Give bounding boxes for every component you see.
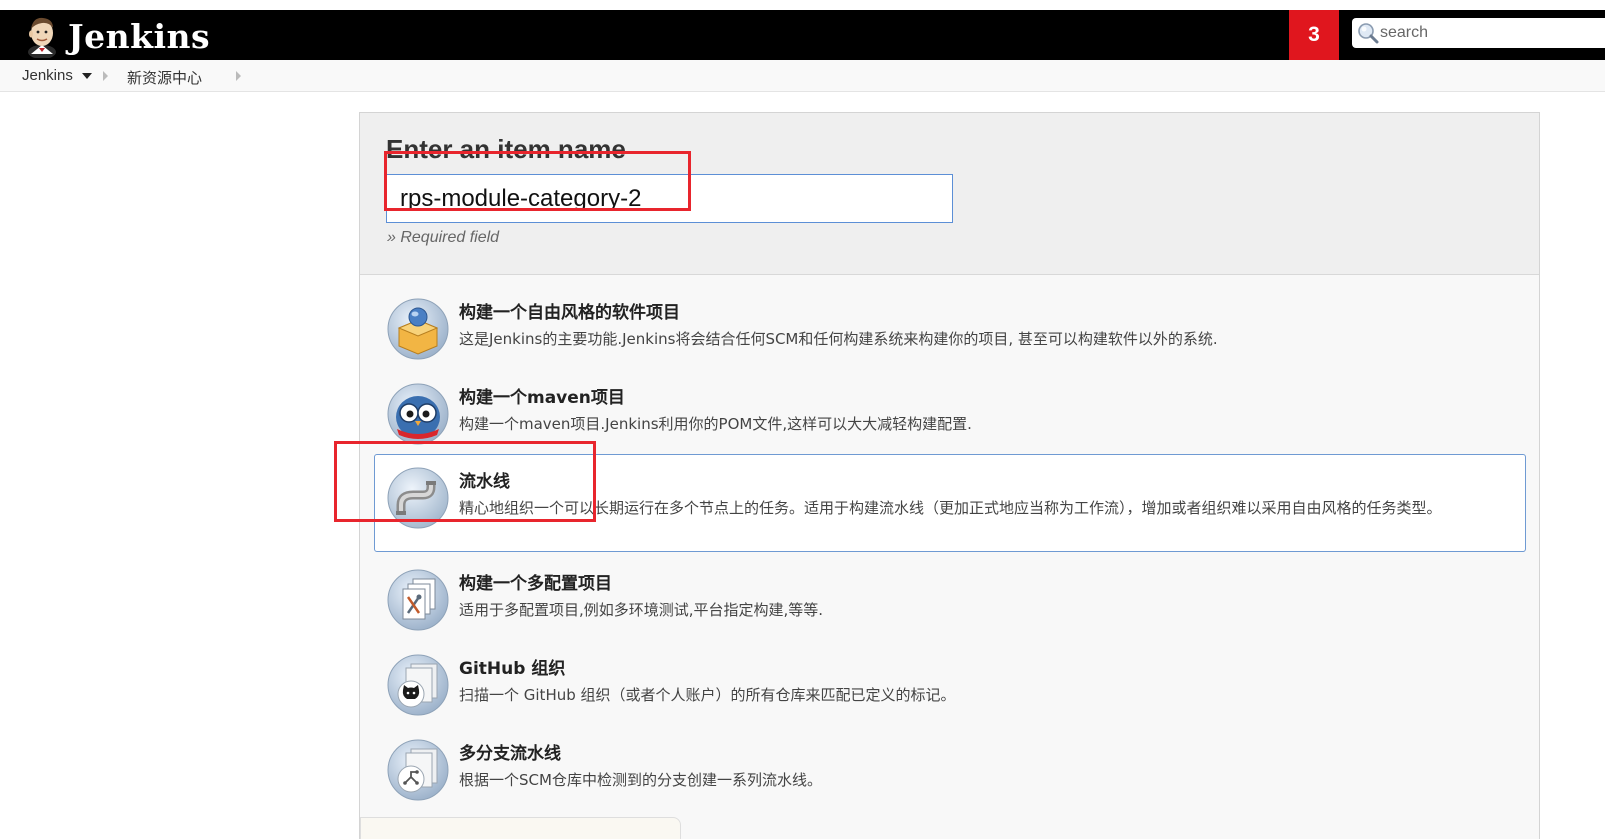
jenkins-logo[interactable]: Jenkins: [22, 14, 210, 58]
job-type-description: 适用于多配置项目,例如多环境测试,平台指定构建,等等.: [459, 601, 824, 619]
breadcrumb-item-folder[interactable]: 新资源中心: [127, 67, 202, 88]
maven-project-icon: [387, 383, 449, 445]
search-box: [1352, 18, 1605, 48]
job-type-github-organization[interactable]: GitHub 组织 扫描一个 GitHub 组织（或者个人账户）的所有仓库来匹配…: [374, 641, 1526, 727]
job-type-multi-configuration[interactable]: 构建一个多配置项目 适用于多配置项目,例如多环境测试,平台指定构建,等等.: [374, 556, 1526, 642]
freestyle-project-icon: [387, 298, 449, 360]
app-title: Jenkins: [68, 16, 211, 56]
annotation-highlight-pipeline: [334, 441, 596, 522]
breadcrumb-separator-icon: [236, 71, 241, 81]
notification-badge[interactable]: 3: [1289, 10, 1339, 60]
jenkins-butler-icon: [28, 17, 56, 58]
github-organization-icon: [387, 654, 449, 716]
job-type-title: 构建一个自由风格的软件项目: [459, 303, 680, 323]
multibranch-pipeline-icon: [387, 739, 449, 801]
multi-configuration-icon: [387, 569, 449, 631]
chevron-down-icon[interactable]: [82, 73, 92, 79]
breadcrumb-item-jenkins[interactable]: Jenkins: [22, 67, 73, 84]
job-type-title: GitHub 组织: [459, 659, 566, 679]
breadcrumb-separator-icon: [103, 71, 108, 81]
annotation-highlight-item-name: [384, 151, 691, 211]
search-input[interactable]: [1380, 24, 1580, 42]
job-type-description: 精心地组织一个可以长期运行在多个节点上的任务。适用于构建流水线（更加正式地应当称…: [459, 499, 1442, 517]
ok-button-area: [360, 817, 681, 839]
job-type-title: 构建一个maven项目: [459, 388, 625, 408]
job-type-freestyle[interactable]: 构建一个自由风格的软件项目 这是Jenkins的主要功能.Jenkins将会结合…: [374, 285, 1526, 371]
job-type-description: 扫描一个 GitHub 组织（或者个人账户）的所有仓库来匹配已定义的标记。: [459, 686, 956, 704]
job-type-title: 多分支流水线: [459, 744, 561, 764]
required-field-note: » Required field: [387, 229, 500, 246]
job-type-title: 构建一个多配置项目: [459, 574, 612, 594]
job-type-description: 构建一个maven项目.Jenkins利用你的POM文件,这样可以大大减轻构建配…: [459, 415, 972, 433]
top-header: Jenkins 3: [0, 10, 1605, 60]
job-type-multibranch-pipeline[interactable]: 多分支流水线 根据一个SCM仓库中检测到的分支创建一系列流水线。: [374, 726, 1526, 812]
breadcrumb: Jenkins 新资源中心: [0, 60, 1605, 92]
job-type-description: 这是Jenkins的主要功能.Jenkins将会结合任何SCM和任何构建系统来构…: [459, 330, 1218, 348]
job-type-description: 根据一个SCM仓库中检测到的分支创建一系列流水线。: [459, 771, 822, 789]
search-icon: [1358, 23, 1379, 44]
